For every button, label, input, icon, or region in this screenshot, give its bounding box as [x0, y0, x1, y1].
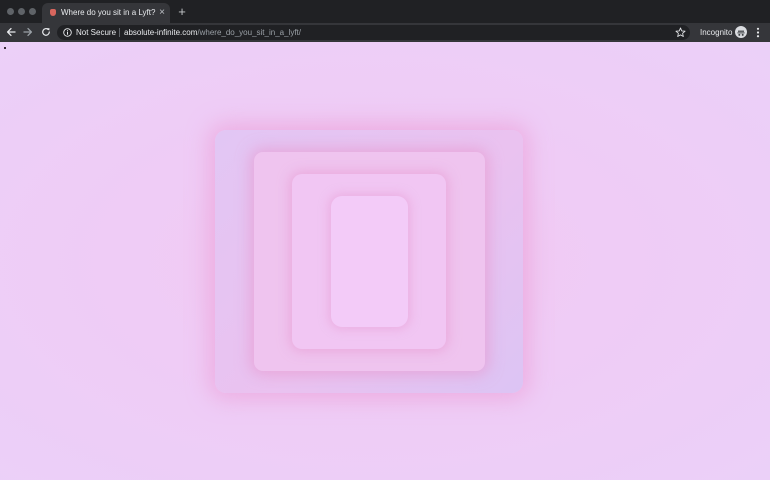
- cursor-mark: [4, 47, 6, 49]
- window-close-button[interactable]: [7, 8, 14, 15]
- tab-strip: Where do you sit in a Lyft? × +: [0, 0, 770, 23]
- browser-toolbar: Not Secure absolute-infinite.com/where_d…: [0, 23, 770, 42]
- new-tab-button[interactable]: +: [175, 5, 189, 19]
- tab-close-button[interactable]: ×: [156, 6, 168, 20]
- incognito-icon[interactable]: [735, 26, 747, 38]
- url-text[interactable]: absolute-infinite.com/where_do_you_sit_i…: [124, 25, 301, 40]
- reload-button[interactable]: [38, 24, 54, 40]
- info-icon[interactable]: [63, 28, 72, 37]
- incognito-label[interactable]: Incognito: [700, 24, 732, 41]
- back-button[interactable]: [3, 24, 19, 40]
- address-divider: [119, 28, 120, 37]
- security-status-label[interactable]: Not Secure: [76, 25, 116, 40]
- browser-tab[interactable]: Where do you sit in a Lyft? ×: [42, 3, 170, 23]
- incognito-glyph: [737, 30, 745, 36]
- url-path: /where_do_you_sit_in_a_lyft/: [197, 28, 301, 37]
- address-bar[interactable]: Not Secure absolute-infinite.com/where_d…: [57, 25, 690, 40]
- tab-title: Where do you sit in a Lyft?: [61, 8, 156, 17]
- arrow-left-icon: [6, 27, 16, 37]
- url-host: absolute-infinite.com: [124, 28, 198, 37]
- kebab-menu-icon[interactable]: [752, 25, 764, 40]
- inner-rectangle: [331, 196, 408, 327]
- forward-button[interactable]: [20, 24, 36, 40]
- arrow-right-icon: [23, 27, 33, 37]
- star-icon[interactable]: [675, 27, 686, 38]
- window-zoom-button[interactable]: [29, 8, 36, 15]
- reload-icon: [42, 28, 50, 36]
- window-minimize-button[interactable]: [18, 8, 25, 15]
- site-favicon-icon: [50, 9, 56, 16]
- page-viewport: [0, 42, 770, 480]
